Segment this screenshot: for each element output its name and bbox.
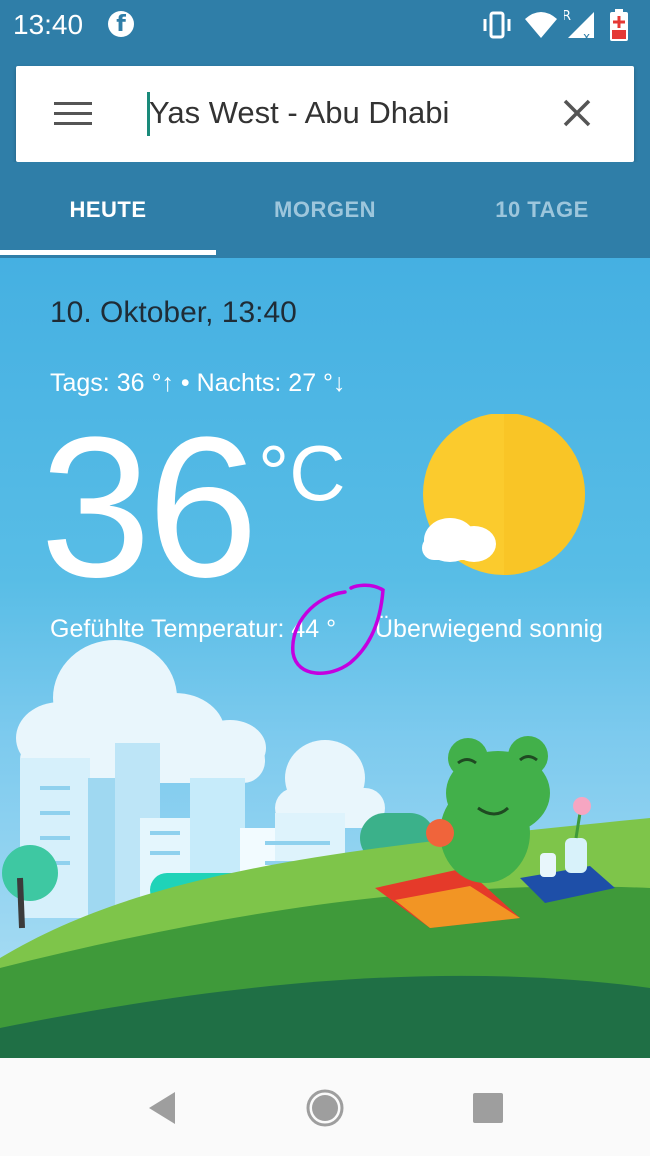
tab-today[interactable]: HEUTE bbox=[0, 162, 216, 258]
back-icon[interactable] bbox=[143, 1088, 183, 1128]
vibrate-icon bbox=[483, 11, 511, 39]
navigation-bar bbox=[0, 1058, 650, 1156]
battery-low-icon bbox=[610, 9, 628, 41]
wifi-icon bbox=[525, 12, 557, 38]
forecast-tabs: HEUTE MORGEN 10 TAGE bbox=[0, 162, 650, 258]
svg-text:x: x bbox=[583, 30, 590, 42]
active-tab-indicator bbox=[0, 250, 216, 255]
current-temperature: 36 bbox=[40, 396, 258, 619]
recents-icon[interactable] bbox=[468, 1088, 508, 1128]
svg-text:R: R bbox=[564, 9, 571, 24]
tab-tomorrow[interactable]: MORGEN bbox=[217, 162, 433, 258]
status-bar: 13:40 f R x bbox=[0, 0, 650, 50]
high-low-temperature: Tags: 36 °↑ • Nachts: 27 °↓ bbox=[50, 369, 346, 397]
weather-panel: 10. Oktober, 13:40 Tags: 36 °↑ • Nachts:… bbox=[0, 258, 650, 1058]
location-search-bar: Yas West - Abu Dhabi bbox=[16, 66, 634, 162]
home-icon[interactable] bbox=[305, 1088, 345, 1128]
close-icon[interactable] bbox=[559, 95, 595, 131]
status-icons: R x bbox=[480, 8, 640, 42]
landscape-illustration bbox=[0, 640, 650, 1058]
text-caret bbox=[147, 92, 150, 136]
status-time: 13:40 bbox=[13, 9, 84, 40]
signal-roaming-icon: R x bbox=[564, 9, 594, 42]
location-input[interactable]: Yas West - Abu Dhabi bbox=[147, 90, 527, 136]
facebook-icon: f bbox=[108, 11, 134, 37]
menu-icon[interactable] bbox=[54, 98, 92, 128]
temperature-unit: °C bbox=[258, 429, 346, 517]
sunny-with-cloud-icon bbox=[422, 414, 585, 575]
date-time: 10. Oktober, 13:40 bbox=[50, 296, 297, 329]
tab-10-days[interactable]: 10 TAGE bbox=[434, 162, 650, 258]
